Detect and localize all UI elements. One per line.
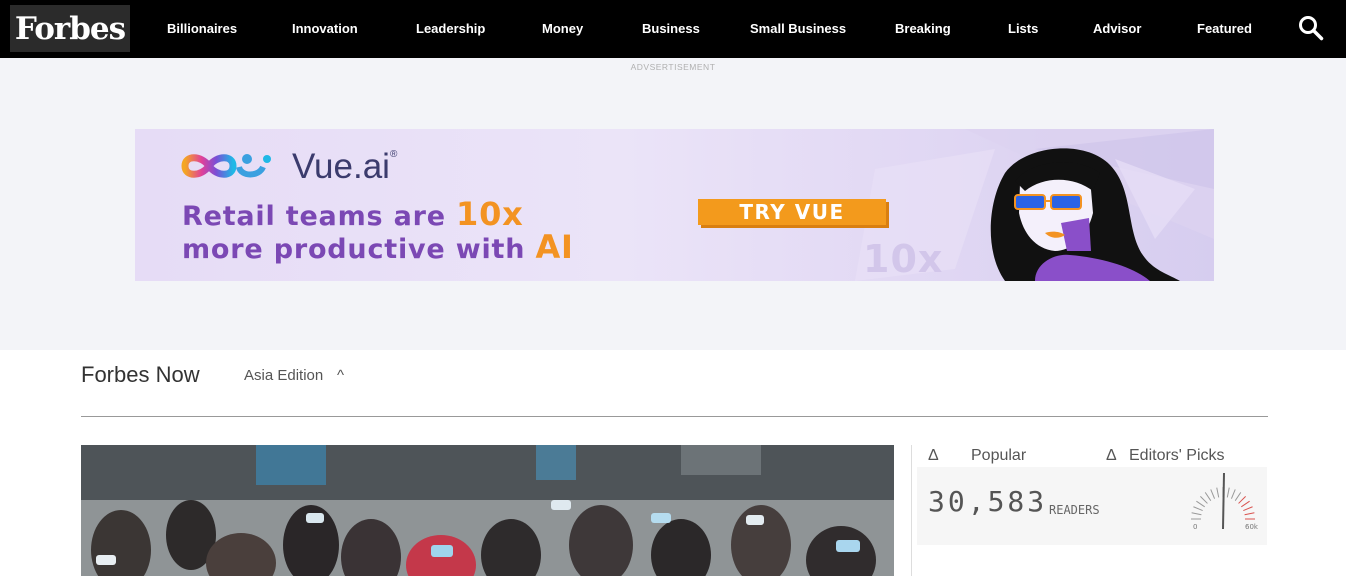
nav-item-small-business[interactable]: Small Business [750,0,846,58]
advertisement-area: ADVSERTISEMENT Vue.ai® Retail teams are … [0,58,1346,350]
gauge-tick [1193,506,1203,512]
ad-watermark: 10x [863,237,944,281]
vue-ai-banner[interactable]: Vue.ai® Retail teams are 10x more produc… [135,129,1214,281]
vue-ai-brand: Vue.ai® [292,147,398,186]
readers-gauge-icon: 0 60k [1191,472,1259,531]
gauge-tick [1200,496,1208,504]
nav-item-billionaires[interactable]: Billionaires [167,0,237,58]
gauge-tick [1191,512,1202,516]
nav-item-advisor[interactable]: Advisor [1093,0,1141,58]
nav-item-lists[interactable]: Lists [1008,0,1038,58]
sidebar-divider [911,445,912,576]
gauge-tick [1226,487,1230,498]
popular-tab-icon[interactable]: Δ [928,447,939,465]
editors-picks-tab-icon[interactable]: Δ [1106,447,1117,465]
edition-selector[interactable]: Asia Edition [244,367,323,384]
nav-item-innovation[interactable]: Innovation [292,0,358,58]
lead-story-image[interactable] [81,445,894,576]
nav-item-business[interactable]: Business [642,0,700,58]
gauge-tick [1241,500,1250,508]
gauge-tick [1238,496,1246,504]
ad-label: ADVSERTISEMENT [630,62,716,72]
try-vue-button[interactable]: TRY VUE [698,199,886,225]
vue-ai-logo-icon [181,154,271,178]
gauge-tick [1216,487,1220,498]
gauge-tick [1204,492,1212,501]
gauge-tick [1244,512,1255,516]
gauge-tick [1230,489,1236,499]
readers-label: READERS [1049,503,1100,517]
readers-count: 30,583 [928,485,1048,518]
gauge-tick [1243,506,1253,512]
readers-widget: 30,583 READERS 0 60k [917,467,1267,545]
chevron-up-icon[interactable]: ^ [337,367,344,384]
top-nav: Forbes Billionaires Innovation Leadershi… [0,0,1346,58]
gauge-tick [1210,489,1216,499]
section-divider [81,416,1268,417]
gauge-tick [1234,492,1242,501]
nav-item-breaking[interactable]: Breaking [895,0,951,58]
tab-editors-picks[interactable]: Editors' Picks [1129,447,1225,465]
nav-item-money[interactable]: Money [542,0,583,58]
gauge-max-label: 60k [1245,523,1259,531]
gauge-min-label: 0 [1193,523,1197,531]
tab-popular[interactable]: Popular [971,447,1026,465]
nav-item-featured[interactable]: Featured [1197,0,1252,58]
ad-headline: Retail teams are 10x more productive wit… [182,195,574,266]
section-title: Forbes Now [81,362,200,387]
masked-crowd-photo [81,445,894,576]
forbes-logo[interactable]: Forbes [10,5,130,52]
woman-illustration [990,148,1180,281]
nav-item-leadership[interactable]: Leadership [416,0,485,58]
search-icon[interactable] [1298,15,1324,41]
gauge-tick [1196,500,1205,508]
